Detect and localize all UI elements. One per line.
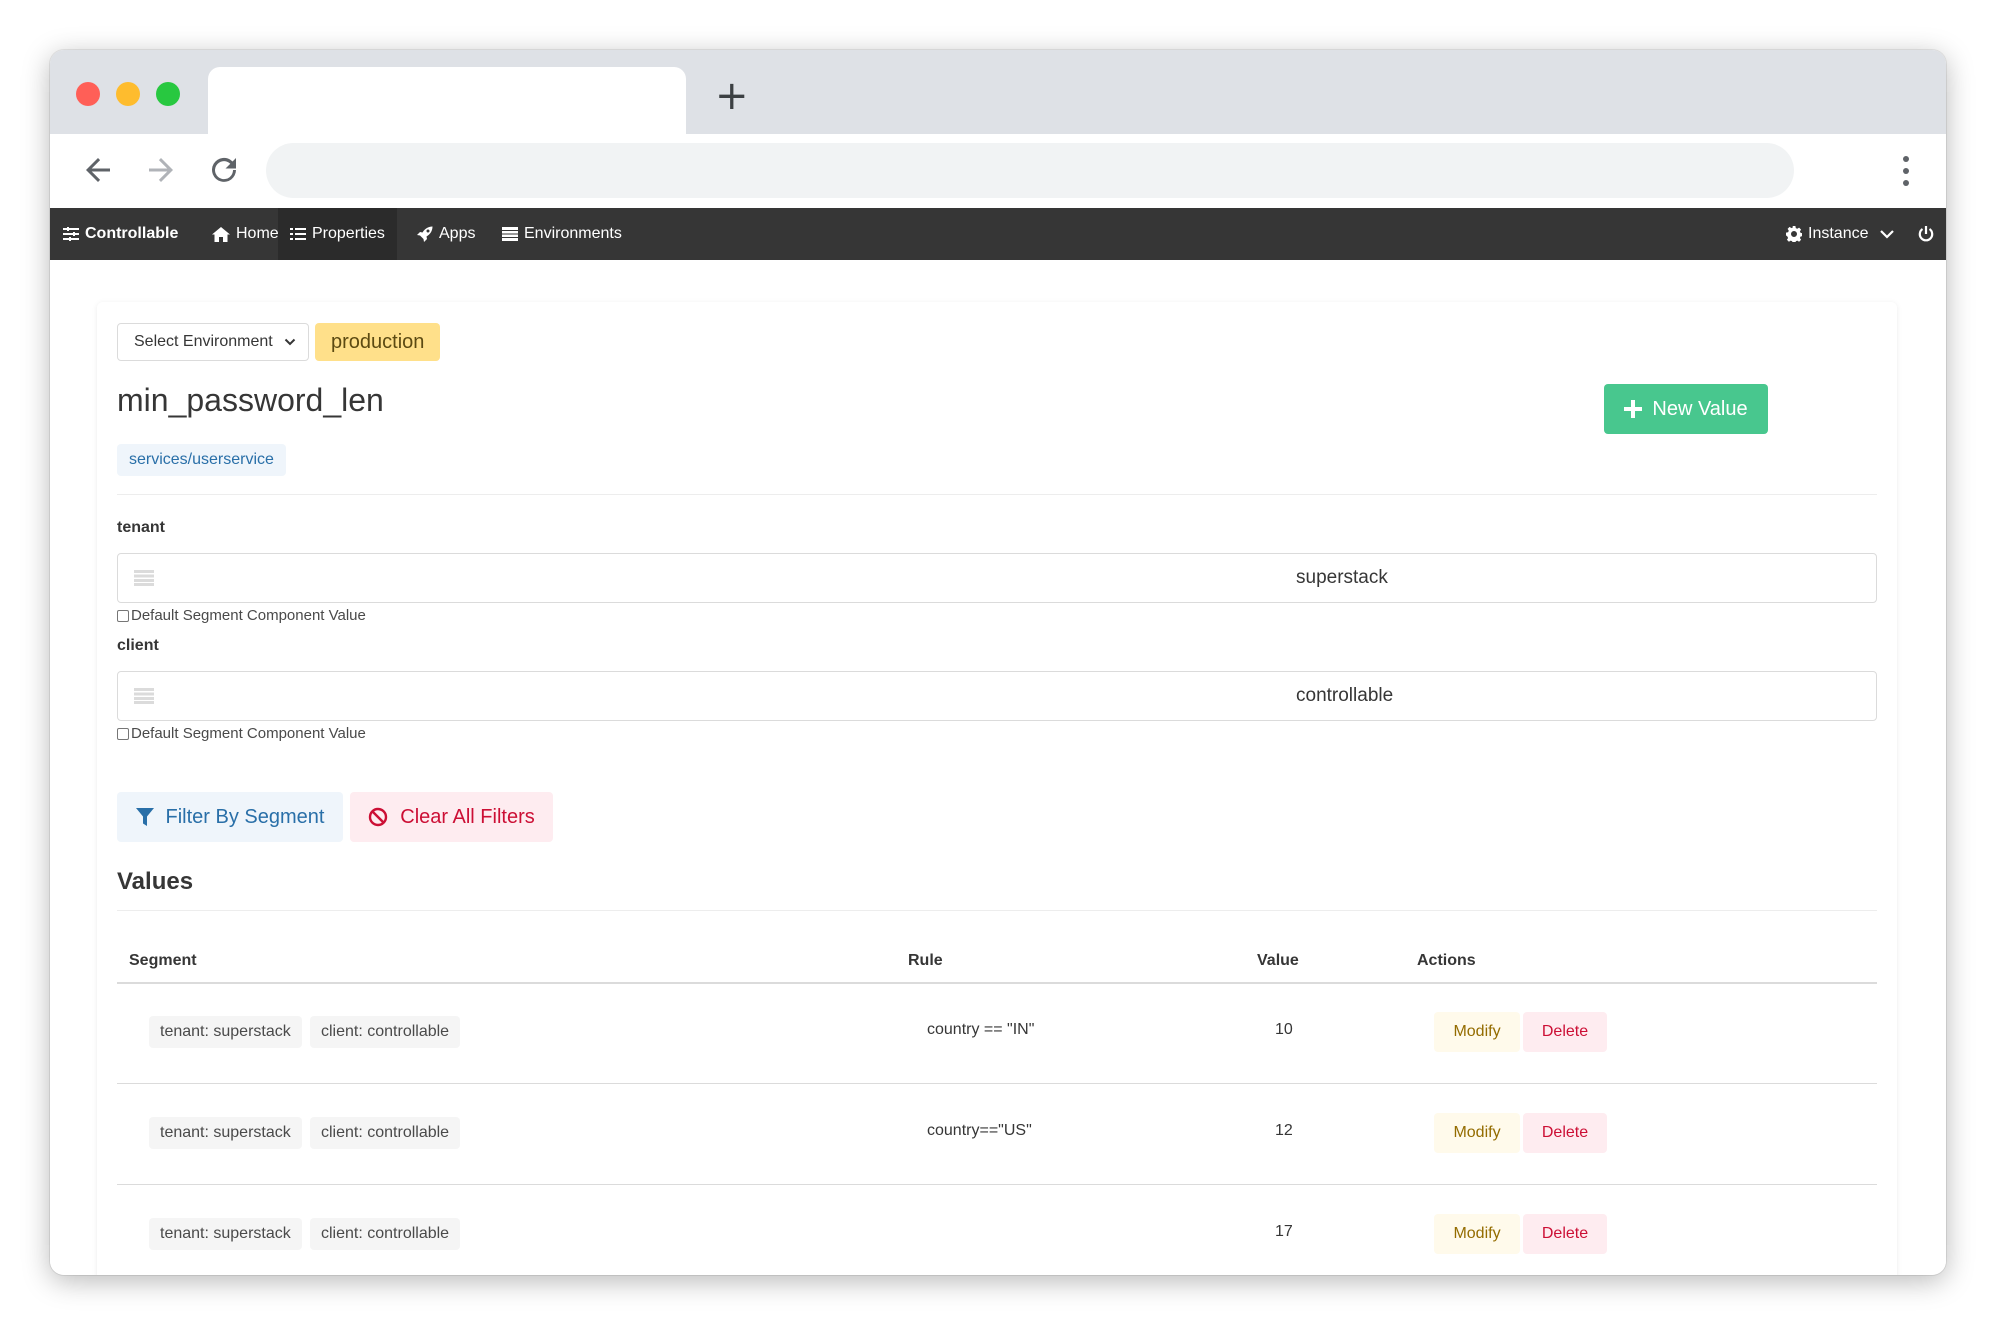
modify-button[interactable]: Modify bbox=[1434, 1113, 1520, 1153]
logout-button[interactable] bbox=[1918, 208, 1934, 260]
values-heading: Values bbox=[117, 868, 194, 895]
modify-button[interactable]: Modify bbox=[1434, 1214, 1520, 1254]
column-header-value: Value bbox=[1257, 952, 1299, 969]
new-value-label: New Value bbox=[1652, 397, 1748, 420]
maximize-window-button[interactable] bbox=[156, 82, 180, 106]
brand-link[interactable]: Controllable bbox=[63, 208, 178, 260]
nav-item-environments[interactable]: Environments bbox=[490, 208, 634, 260]
rocket-icon bbox=[417, 226, 433, 242]
instance-dropdown[interactable]: Instance bbox=[1786, 208, 1895, 260]
environment-select-label: Select Environment bbox=[134, 333, 273, 350]
segment-tag: tenant: superstack bbox=[149, 1016, 302, 1048]
value-text: 17 bbox=[1275, 1223, 1293, 1240]
segment-tag: tenant: superstack bbox=[149, 1218, 302, 1250]
nav-item-apps[interactable]: Apps bbox=[405, 208, 487, 260]
plus-icon bbox=[1624, 400, 1643, 418]
row-divider bbox=[117, 1184, 1877, 1185]
modify-button[interactable]: Modify bbox=[1434, 1012, 1520, 1052]
column-header-actions: Actions bbox=[1417, 952, 1476, 969]
new-tab-button[interactable]: + bbox=[715, 76, 749, 116]
column-header-segment: Segment bbox=[129, 952, 197, 969]
home-icon bbox=[212, 226, 230, 242]
clear-filters-button[interactable]: Clear All Filters bbox=[350, 792, 553, 842]
delete-button[interactable]: Delete bbox=[1523, 1012, 1607, 1052]
nav-label-properties: Properties bbox=[312, 225, 385, 242]
list-icon bbox=[290, 228, 306, 240]
rule-text: country == "IN" bbox=[927, 1021, 1035, 1038]
ban-icon bbox=[369, 807, 388, 827]
browser-menu-icon[interactable] bbox=[1902, 156, 1910, 186]
segment-tag: tenant: superstack bbox=[149, 1117, 302, 1149]
divider bbox=[117, 494, 1877, 495]
table-icon bbox=[502, 227, 518, 241]
address-bar[interactable] bbox=[266, 143, 1794, 198]
segment-tag: client: controllable bbox=[310, 1218, 461, 1250]
app-navbar: Controllable Home Properties Apps Enviro… bbox=[50, 208, 1946, 260]
property-path-tag: services/userservice bbox=[117, 444, 286, 476]
clear-filters-label: Clear All Filters bbox=[400, 805, 535, 828]
chevron-down-icon bbox=[1880, 230, 1895, 239]
delete-button[interactable]: Delete bbox=[1523, 1113, 1607, 1153]
row-divider bbox=[117, 1083, 1877, 1084]
gear-icon bbox=[1786, 226, 1802, 242]
table-header-divider bbox=[117, 982, 1877, 984]
client-value: controllable bbox=[1296, 685, 1394, 706]
power-icon bbox=[1918, 226, 1934, 242]
nav-label-home: Home bbox=[236, 225, 279, 242]
filter-by-segment-label: Filter By Segment bbox=[165, 805, 325, 828]
new-value-button[interactable]: New Value bbox=[1604, 384, 1768, 434]
tab-strip: + bbox=[50, 50, 1946, 134]
nav-item-properties[interactable]: Properties bbox=[278, 208, 397, 260]
browser-tab[interactable] bbox=[208, 67, 686, 134]
tenant-label: tenant bbox=[117, 519, 165, 536]
nav-label-apps: Apps bbox=[439, 225, 476, 242]
segment-tag: client: controllable bbox=[310, 1117, 461, 1149]
rule-text: country=="US" bbox=[927, 1122, 1032, 1139]
column-header-rule: Rule bbox=[908, 952, 943, 969]
property-card: Select Environment production min_passwo… bbox=[97, 302, 1897, 1275]
page-title: min_password_len bbox=[117, 382, 384, 418]
client-input[interactable]: controllable bbox=[117, 671, 1877, 721]
table-icon bbox=[134, 570, 154, 586]
client-label: client bbox=[117, 637, 159, 654]
segment-tag: client: controllable bbox=[310, 1016, 461, 1048]
client-default-row: Default Segment Component Value bbox=[117, 725, 366, 742]
close-window-button[interactable] bbox=[76, 82, 100, 106]
tenant-input[interactable]: superstack bbox=[117, 553, 1877, 603]
main-content: Select Environment production min_passwo… bbox=[50, 260, 1946, 1275]
tenant-default-label: Default Segment Component Value bbox=[131, 607, 366, 624]
back-arrow-icon[interactable] bbox=[80, 152, 116, 188]
sliders-icon bbox=[63, 227, 79, 241]
browser-toolbar bbox=[50, 134, 1946, 208]
reload-icon[interactable] bbox=[206, 152, 242, 188]
filter-by-segment-button[interactable]: Filter By Segment bbox=[117, 792, 343, 842]
instance-label: Instance bbox=[1808, 225, 1869, 242]
minimize-window-button[interactable] bbox=[116, 82, 140, 106]
client-default-checkbox[interactable] bbox=[117, 727, 129, 740]
chevron-down-icon bbox=[284, 338, 296, 346]
browser-window: + Controllable Home Properties Apps Envi… bbox=[50, 50, 1946, 1275]
value-text: 12 bbox=[1275, 1122, 1293, 1139]
delete-button[interactable]: Delete bbox=[1523, 1214, 1607, 1254]
environment-tag: production bbox=[315, 323, 441, 361]
value-text: 10 bbox=[1275, 1021, 1293, 1038]
table-icon bbox=[134, 688, 154, 704]
nav-label-environments: Environments bbox=[524, 225, 622, 242]
divider bbox=[117, 910, 1877, 911]
filter-icon bbox=[135, 808, 154, 826]
client-default-label: Default Segment Component Value bbox=[131, 725, 366, 742]
environment-select[interactable]: Select Environment bbox=[117, 323, 309, 361]
forward-arrow-icon[interactable] bbox=[143, 152, 179, 188]
tenant-value: superstack bbox=[1296, 567, 1388, 588]
brand-label: Controllable bbox=[85, 225, 179, 242]
